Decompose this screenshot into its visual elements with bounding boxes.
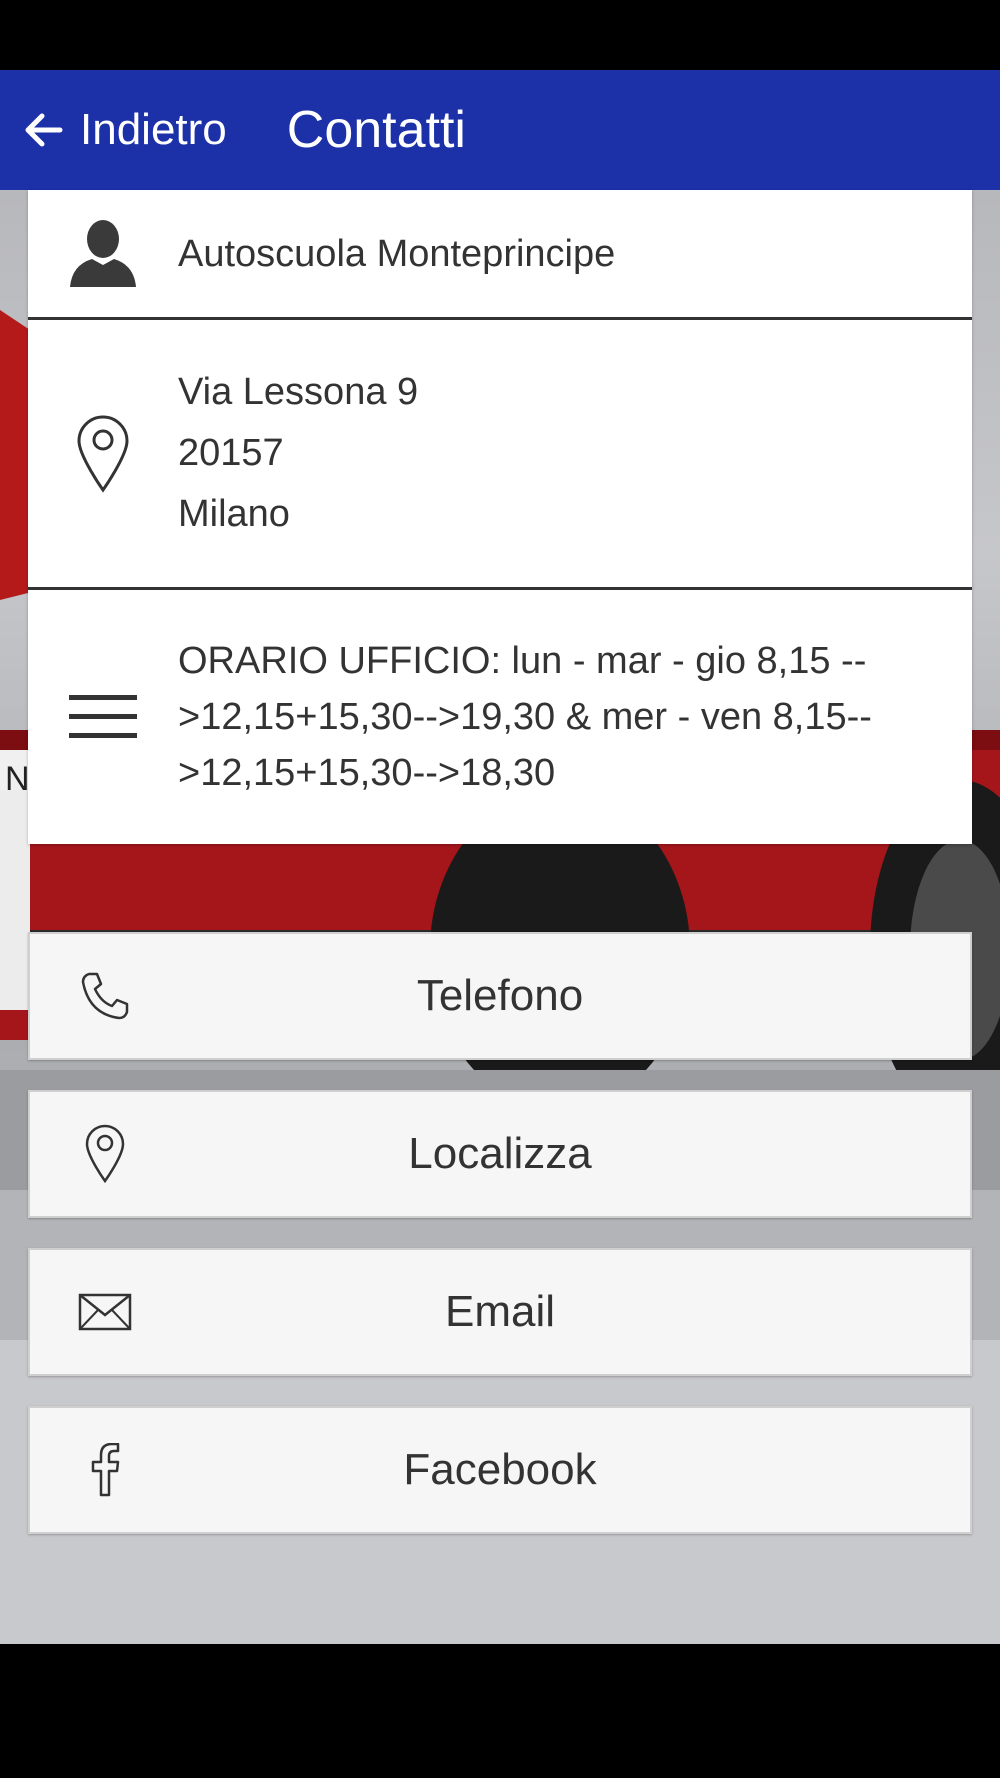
phone-icon xyxy=(81,972,129,1020)
hours-row: ORARIO UFFICIO: lun - mar - gio 8,15 -->… xyxy=(28,590,972,844)
person-icon xyxy=(70,219,136,287)
locate-button-label: Localizza xyxy=(408,1129,592,1178)
address-street: Via Lessona 9 xyxy=(178,371,419,413)
status-bar xyxy=(0,0,1000,70)
facebook-button[interactable]: Facebook xyxy=(28,1406,972,1534)
location-pin-icon xyxy=(77,415,129,493)
address-zip: 20157 xyxy=(178,432,284,474)
address-row: Via Lessona 9 20157 Milano xyxy=(28,320,972,590)
address-city: Milano xyxy=(178,493,290,535)
back-arrow-icon xyxy=(25,113,63,147)
facebook-button-label: Facebook xyxy=(403,1445,597,1494)
locate-button[interactable]: Localizza xyxy=(28,1090,972,1218)
business-name: Autoscuola Monteprincipe xyxy=(178,232,616,275)
page-title: Contatti xyxy=(286,101,466,159)
email-button-label: Email xyxy=(444,1287,556,1336)
name-row: Autoscuola Monteprincipe xyxy=(28,190,972,320)
back-button[interactable]: Indietro xyxy=(0,70,227,190)
navigation-bar-area xyxy=(0,1644,1000,1778)
phone-button[interactable]: Telefono xyxy=(28,932,972,1060)
email-button[interactable]: Email xyxy=(28,1248,972,1376)
address: Via Lessona 9 20157 Milano xyxy=(178,362,418,545)
office-hours: ORARIO UFFICIO: lun - mar - gio 8,15 -->… xyxy=(178,640,872,794)
envelope-icon xyxy=(78,1293,132,1331)
phone-button-label: Telefono xyxy=(416,971,584,1020)
app-bar: Indietro Contatti xyxy=(0,70,1000,190)
contact-info-card: Autoscuola Monteprincipe Via Lessona 9 2… xyxy=(28,190,972,844)
location-pin-icon xyxy=(85,1124,125,1184)
back-label: Indietro xyxy=(80,105,227,154)
facebook-icon xyxy=(91,1443,120,1497)
menu-lines-icon xyxy=(69,695,137,738)
